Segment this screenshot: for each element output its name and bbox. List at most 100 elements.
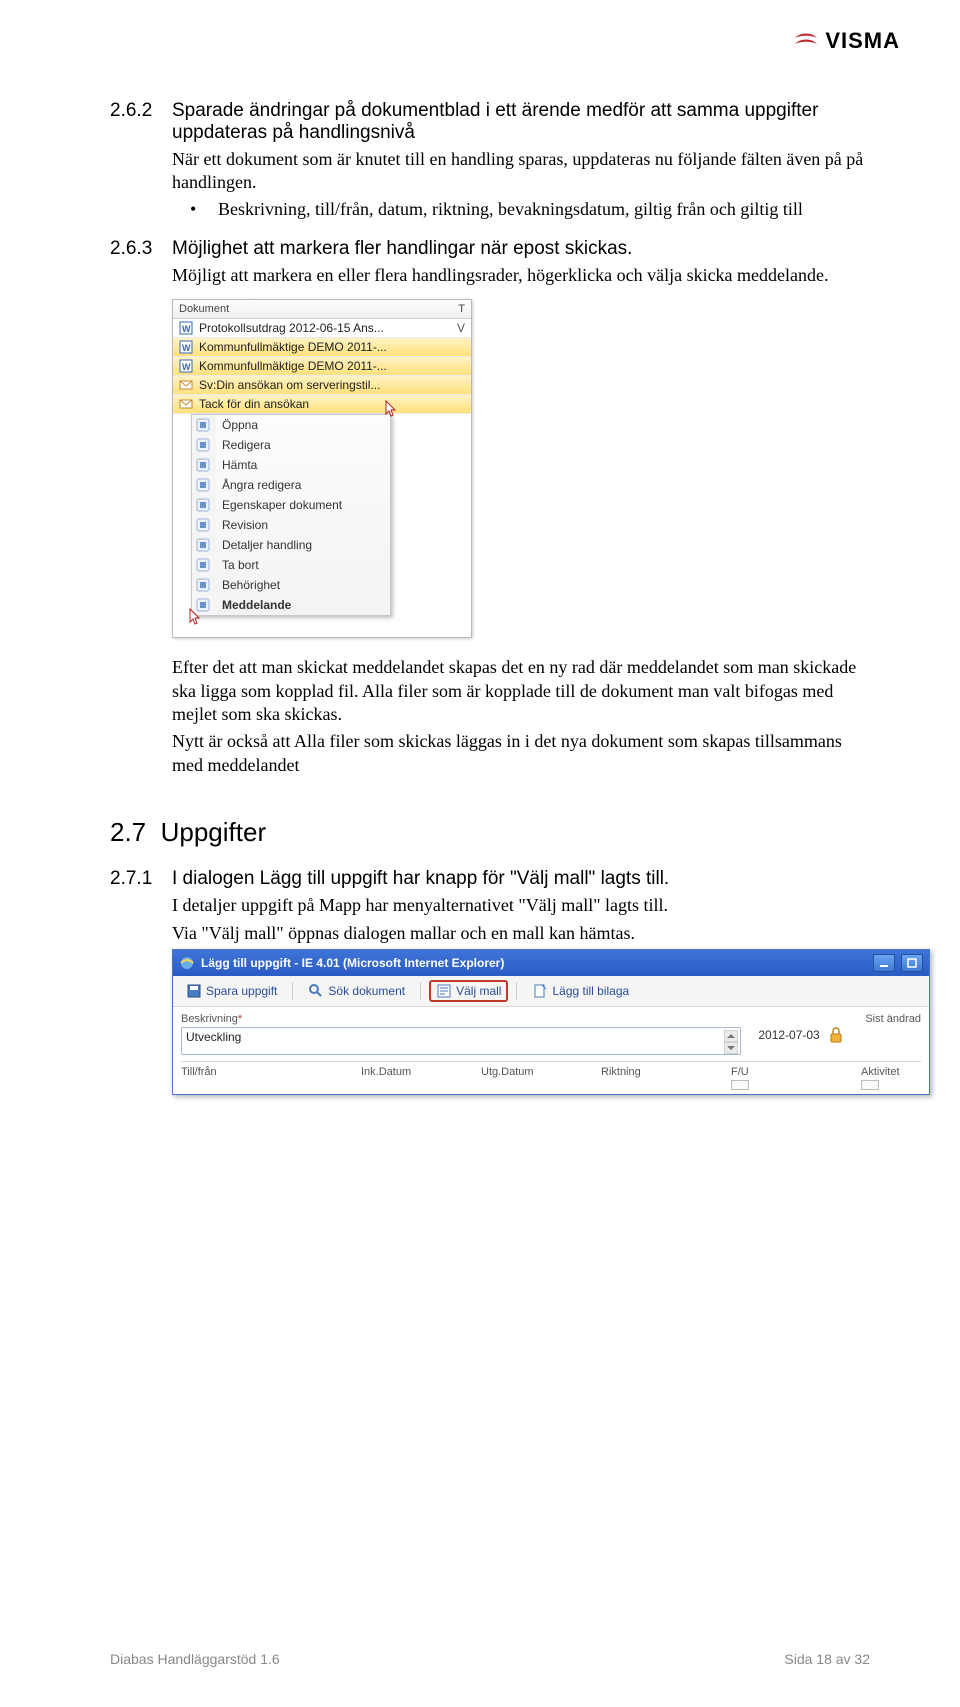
sist-andrad-value: 2012-07-03 — [758, 1028, 819, 1042]
heading-num: 2.6.2 — [110, 100, 172, 144]
doc-name: Tack för din ansökan — [199, 397, 441, 411]
heading-2-6-2: 2.6.2 Sparade ändringar på dokumentblad … — [110, 100, 870, 144]
ctx-label: Ta bort — [222, 558, 259, 572]
template-icon — [436, 983, 452, 999]
bullet-262-text: Beskrivning, till/från, datum, riktning,… — [218, 199, 803, 220]
doc-list-row[interactable]: Sv:Din ansökan om serveringstil... — [173, 376, 471, 395]
doc-list-row[interactable]: W Kommunfullmäktige DEMO 2011-... — [173, 357, 471, 376]
col-fu: F/U — [731, 1066, 861, 1078]
col-tillfran: Till/från — [181, 1066, 361, 1078]
heading-title: Sparade ändringar på dokumentblad i ett … — [172, 100, 870, 144]
para-263-1: Möjligt att markera en eller flera handl… — [172, 264, 870, 287]
desc-label: Beskrivning — [181, 1013, 238, 1025]
col-t: T — [447, 303, 465, 315]
attach-icon — [532, 983, 548, 999]
doc-name: Protokollsutdrag 2012-06-15 Ans... — [199, 321, 441, 335]
ctx-label: Detaljer handling — [222, 538, 312, 552]
desc-value: Utveckling — [186, 1030, 241, 1044]
context-menu: Öppna Redigera Hämta Ångra redigera Egenskap… — [191, 414, 391, 616]
minimize-button[interactable] — [873, 954, 895, 972]
fu-field[interactable] — [731, 1080, 749, 1090]
toolbtn-label: Lägg till bilaga — [552, 984, 629, 998]
lock-icon — [826, 1025, 846, 1045]
ctx-label: Ångra redigera — [222, 478, 301, 492]
svg-text:W: W — [182, 324, 191, 334]
bullet-dot-icon: • — [190, 199, 218, 220]
toolbtn-label: Spara uppgift — [206, 984, 277, 998]
ctx-item-msg[interactable]: Meddelande — [192, 595, 390, 615]
sist-andrad-label: Sist ändrad — [865, 1013, 921, 1025]
ctx-item-edit[interactable]: Redigera — [192, 435, 390, 455]
screenshot-dialog: Lägg till uppgift - IE 4.01 (Microsoft I… — [172, 949, 930, 1095]
svg-text:W: W — [182, 362, 191, 372]
visma-mark-icon — [793, 28, 819, 54]
col-utgdatum: Utg.Datum — [481, 1066, 601, 1078]
doc-list-row[interactable]: WKommunfullmäktige DEMO 2011-... — [173, 338, 471, 357]
ctx-item-undo[interactable]: Ångra redigera — [192, 475, 390, 495]
save-icon — [186, 983, 202, 999]
ctx-label: Egenskaper dokument — [222, 498, 342, 512]
columns-value-row — [181, 1080, 921, 1094]
columns-header: Till/från Ink.Datum Utg.Datum Riktning F… — [181, 1061, 921, 1080]
cursor-icon — [189, 608, 203, 626]
toolbtn-search[interactable]: Sök dokument — [301, 980, 412, 1002]
ctx-item-download[interactable]: Hämta — [192, 455, 390, 475]
required-marker: * — [238, 1013, 242, 1025]
dialog-title: Lägg till uppgift - IE 4.01 (Microsoft I… — [201, 956, 867, 970]
ctx-label: Revision — [222, 518, 268, 532]
doc-name: Kommunfullmäktige DEMO 2011-... — [199, 359, 441, 373]
heading-num: 2.7 — [110, 817, 146, 847]
dialog-titlebar: Lägg till uppgift - IE 4.01 (Microsoft I… — [173, 950, 929, 976]
dialog-toolbar: Spara uppgift Sök dokument Välj mall Lägg t… — [173, 976, 929, 1007]
toolbar-separator — [516, 982, 517, 1000]
doc-name: Kommunfullmäktige DEMO 2011-... — [199, 340, 441, 354]
scroll-updown-icon[interactable] — [724, 1030, 738, 1054]
col-riktning: Riktning — [601, 1066, 731, 1078]
field-label-row: Beskrivning* Sist ändrad — [181, 1013, 921, 1025]
brand-text: VISMA — [825, 28, 900, 54]
heading-2-6-3: 2.6.3 Möjlighet att markera fler handlin… — [110, 238, 870, 260]
ctx-item-delete[interactable]: Ta bort — [192, 555, 390, 575]
col-dokument: Dokument — [179, 303, 447, 315]
doc-t: V — [447, 321, 465, 335]
ctx-label: Behörighet — [222, 578, 280, 592]
screenshot-context-menu: Dokument T W Protokollsutdrag 2012-06-15 … — [172, 299, 472, 638]
footer-left: Diabas Handläggarstöd 1.6 — [110, 1651, 280, 1667]
toolbar-separator — [292, 982, 293, 1000]
ctx-item-perm[interactable]: Behörighet — [192, 575, 390, 595]
ctx-item-details[interactable]: Detaljer handling — [192, 535, 390, 555]
maximize-button[interactable] — [901, 954, 923, 972]
ctx-item-props[interactable]: Egenskaper dokument — [192, 495, 390, 515]
col-inkdatum: Ink.Datum — [361, 1066, 481, 1078]
toolbtn-attach[interactable]: Lägg till bilaga — [525, 980, 636, 1002]
toolbtn-save[interactable]: Spara uppgift — [179, 980, 284, 1002]
ctx-label: Öppna — [222, 418, 258, 432]
ctx-item-rev[interactable]: Revision — [192, 515, 390, 535]
heading-2-7-1: 2.7.1 I dialogen Lägg till uppgift har k… — [110, 868, 870, 890]
heading-num: 2.7.1 — [110, 868, 172, 890]
doc-name: Sv:Din ansökan om serveringstil... — [199, 378, 441, 392]
ctx-item-open[interactable]: Öppna — [192, 415, 390, 435]
desc-textarea[interactable]: Utveckling — [181, 1027, 741, 1055]
ctx-label: Redigera — [222, 438, 271, 452]
brand-logo: VISMA — [793, 28, 900, 54]
para-263-3: Nytt är också att Alla filer som skickas… — [172, 730, 870, 777]
aktivitet-field[interactable] — [861, 1080, 879, 1090]
ctx-label: Hämta — [222, 458, 257, 472]
col-aktivitet: Aktivitet — [861, 1066, 900, 1078]
heading-num: 2.6.3 — [110, 238, 172, 260]
ie-icon — [179, 955, 195, 971]
para-271-1: I detaljer uppgift på Mapp har menyalter… — [172, 894, 870, 917]
page-footer: Diabas Handläggarstöd 1.6 Sida 18 av 32 — [110, 1651, 870, 1667]
bullet-262: • Beskrivning, till/från, datum, riktnin… — [190, 199, 870, 220]
footer-right: Sida 18 av 32 — [784, 1651, 870, 1667]
heading-title: Möjlighet att markera fler handlingar nä… — [172, 238, 870, 260]
sist-andrad-value-block: 2012-07-03 — [758, 1025, 845, 1045]
toolbtn-label: Välj mall — [456, 984, 501, 998]
doc-list-row[interactable]: Tack för din ansökan — [173, 395, 471, 414]
doc-list-row[interactable]: W Protokollsutdrag 2012-06-15 Ans... V — [173, 319, 471, 338]
heading-2-7: 2.7 Uppgifter — [110, 817, 870, 848]
heading-title: I dialogen Lägg till uppgift har knapp f… — [172, 868, 870, 890]
toolbtn-template[interactable]: Välj mall — [429, 980, 508, 1002]
para-262-1: När ett dokument som är knutet till en h… — [172, 148, 870, 195]
